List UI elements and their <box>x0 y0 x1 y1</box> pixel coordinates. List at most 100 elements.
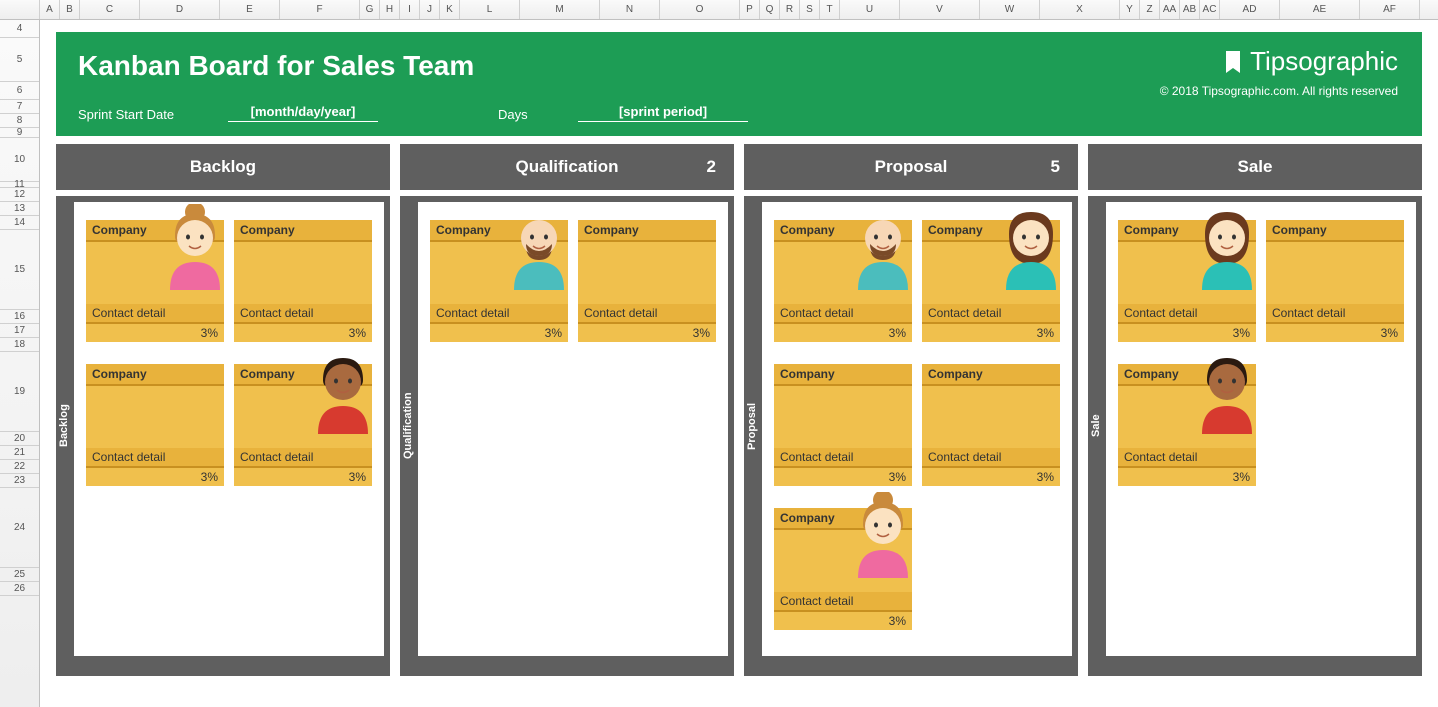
column-vertical-label: Backlog <box>56 196 74 656</box>
cards-area[interactable]: CompanyContact detail3%CompanyContact de… <box>762 202 1072 656</box>
row-header-5[interactable]: 5 <box>0 38 39 82</box>
kanban-card[interactable]: CompanyContact detail3% <box>1266 220 1404 342</box>
row-header-24[interactable]: 24 <box>0 488 39 568</box>
kanban-card[interactable]: CompanyContact detail3% <box>234 220 372 342</box>
col-header-AF[interactable]: AF <box>1360 0 1420 19</box>
avatar-icon <box>996 204 1066 290</box>
col-header-AA[interactable]: AA <box>1160 0 1180 19</box>
row-header-4[interactable]: 4 <box>0 20 39 38</box>
col-header-H[interactable]: H <box>380 0 400 19</box>
row-header-8[interactable]: 8 <box>0 114 39 128</box>
card-company: Company <box>774 364 912 386</box>
col-header-D[interactable]: D <box>140 0 220 19</box>
row-header-15[interactable]: 15 <box>0 230 39 310</box>
col-header-R[interactable]: R <box>780 0 800 19</box>
cards-area[interactable]: CompanyContact detail3%CompanyContact de… <box>1106 202 1416 656</box>
kanban-card[interactable]: CompanyContact detail3% <box>1118 364 1256 486</box>
column-header[interactable]: Sale <box>1088 144 1422 190</box>
row-header-13[interactable]: 13 <box>0 202 39 216</box>
col-header-U[interactable]: U <box>840 0 900 19</box>
row-header-14[interactable]: 14 <box>0 216 39 230</box>
copyright-text: © 2018 Tipsographic.com. All rights rese… <box>1160 84 1398 98</box>
col-header-A[interactable]: A <box>40 0 60 19</box>
col-header-V[interactable]: V <box>900 0 980 19</box>
row-header-9[interactable]: 9 <box>0 128 39 138</box>
col-header-E[interactable]: E <box>220 0 280 19</box>
sprint-start-input[interactable]: [month/day/year] <box>228 104 378 122</box>
row-header-12[interactable]: 12 <box>0 188 39 202</box>
kanban-card[interactable]: CompanyContact detail3% <box>922 364 1060 486</box>
row-header-21[interactable]: 21 <box>0 446 39 460</box>
col-header-Q[interactable]: Q <box>760 0 780 19</box>
row-header-25[interactable]: 25 <box>0 568 39 582</box>
kanban-card[interactable]: CompanyContact detail3% <box>922 220 1060 342</box>
col-header-K[interactable]: K <box>440 0 460 19</box>
kanban-column-proposal: Proposal5ProposalCompanyContact detail3%… <box>744 144 1078 676</box>
kanban-columns: BacklogBacklogCompanyContact detail3%Com… <box>56 144 1422 676</box>
col-header-I[interactable]: I <box>400 0 420 19</box>
col-header-O[interactable]: O <box>660 0 740 19</box>
column-header[interactable]: Qualification2 <box>400 144 734 190</box>
col-header-C[interactable]: C <box>80 0 140 19</box>
col-header-S[interactable]: S <box>800 0 820 19</box>
col-header-AB[interactable]: AB <box>1180 0 1200 19</box>
card-contact: Contact detail <box>234 448 372 468</box>
kanban-card[interactable]: CompanyContact detail3% <box>86 220 224 342</box>
kanban-card[interactable]: CompanyContact detail3% <box>234 364 372 486</box>
col-header-L[interactable]: L <box>460 0 520 19</box>
kanban-card[interactable]: CompanyContact detail3% <box>578 220 716 342</box>
row-header-23[interactable]: 23 <box>0 474 39 488</box>
col-header-AC[interactable]: AC <box>1200 0 1220 19</box>
bookmark-icon <box>1224 51 1242 73</box>
column-vertical-label: Proposal <box>744 196 762 656</box>
column-title: Sale <box>1238 157 1273 177</box>
col-header-AE[interactable]: AE <box>1280 0 1360 19</box>
col-header-N[interactable]: N <box>600 0 660 19</box>
card-company: Company <box>1266 220 1404 242</box>
card-percent: 3% <box>889 468 906 486</box>
row-header-22[interactable]: 22 <box>0 460 39 474</box>
column-header[interactable]: Backlog <box>56 144 390 190</box>
days-input[interactable]: [sprint period] <box>578 104 748 122</box>
kanban-card[interactable]: CompanyContact detail3% <box>774 364 912 486</box>
col-header-Z[interactable]: Z <box>1140 0 1160 19</box>
cards-area[interactable]: CompanyContact detail3%CompanyContact de… <box>418 202 728 656</box>
row-header-6[interactable]: 6 <box>0 82 39 100</box>
row-header-17[interactable]: 17 <box>0 324 39 338</box>
kanban-card[interactable]: CompanyContact detail3% <box>774 508 912 630</box>
col-header-G[interactable]: G <box>360 0 380 19</box>
kanban-card[interactable]: CompanyContact detail3% <box>1118 220 1256 342</box>
row-header-16[interactable]: 16 <box>0 310 39 324</box>
column-body: ProposalCompanyContact detail3%CompanyCo… <box>744 196 1078 676</box>
col-header-T[interactable]: T <box>820 0 840 19</box>
cards-area[interactable]: CompanyContact detail3%CompanyContact de… <box>74 202 384 656</box>
kanban-card[interactable]: CompanyContact detail3% <box>86 364 224 486</box>
col-header-X[interactable]: X <box>1040 0 1120 19</box>
col-header-P[interactable]: P <box>740 0 760 19</box>
kanban-card[interactable]: CompanyContact detail3% <box>774 220 912 342</box>
row-header-19[interactable]: 19 <box>0 352 39 432</box>
kanban-card[interactable]: CompanyContact detail3% <box>430 220 568 342</box>
row-header-7[interactable]: 7 <box>0 100 39 114</box>
col-header-AD[interactable]: AD <box>1220 0 1280 19</box>
card-contact: Contact detail <box>922 448 1060 468</box>
row-header-26[interactable]: 26 <box>0 582 39 596</box>
card-contact: Contact detail <box>86 448 224 468</box>
column-header[interactable]: Proposal5 <box>744 144 1078 190</box>
col-header-Y[interactable]: Y <box>1120 0 1140 19</box>
card-percent: 3% <box>889 324 906 342</box>
card-company: Company <box>234 220 372 242</box>
col-header-AG[interactable]: AG <box>1420 0 1438 19</box>
days-label: Days <box>498 107 538 122</box>
row-header-20[interactable]: 20 <box>0 432 39 446</box>
col-header-W[interactable]: W <box>980 0 1040 19</box>
col-header-B[interactable]: B <box>60 0 80 19</box>
col-header-F[interactable]: F <box>280 0 360 19</box>
card-contact: Contact detail <box>774 592 912 612</box>
row-header-18[interactable]: 18 <box>0 338 39 352</box>
card-percent: 3% <box>1037 324 1054 342</box>
col-header-J[interactable]: J <box>420 0 440 19</box>
col-header-M[interactable]: M <box>520 0 600 19</box>
sprint-start-label: Sprint Start Date <box>78 107 188 122</box>
row-header-10[interactable]: 10 <box>0 138 39 182</box>
